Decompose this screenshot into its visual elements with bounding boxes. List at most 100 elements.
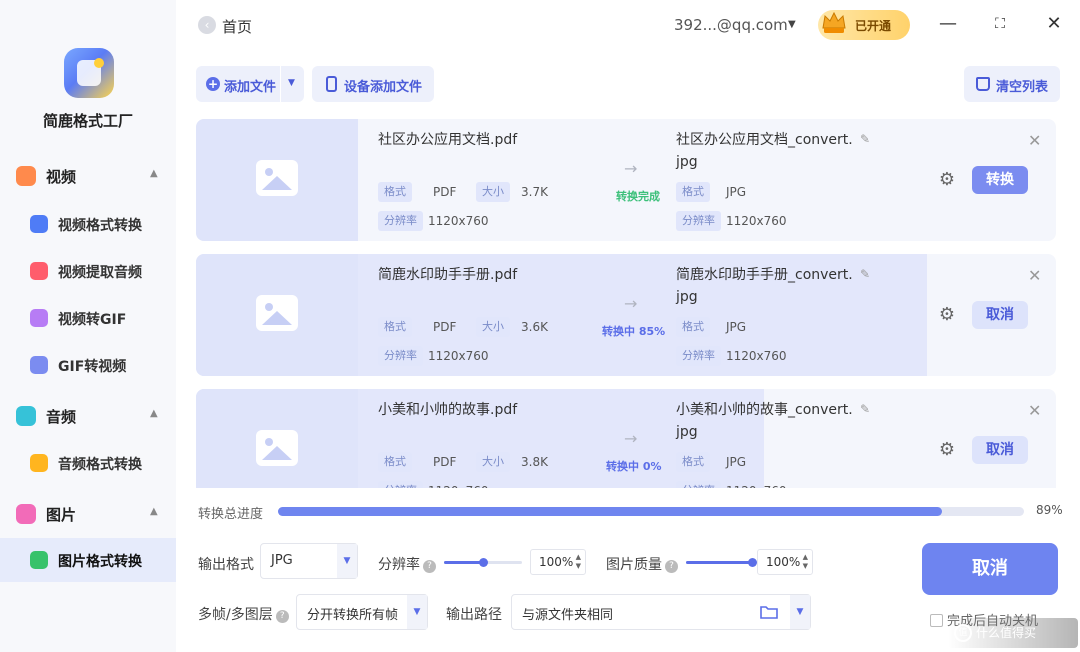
image-convert-icon — [30, 551, 48, 569]
sidebar-item-extract-audio[interactable]: 视频提取音频 — [0, 249, 176, 293]
resolution-slider-fill — [444, 561, 483, 564]
sidebar-group-label: 视频 — [46, 168, 77, 186]
format-tag: 格式 — [676, 317, 710, 337]
output-file-name: 社区办公应用文档_convert.jpg — [676, 132, 853, 170]
image-placeholder-icon — [256, 430, 298, 466]
quality-stepper[interactable]: 100% ▲ ▼ — [757, 549, 813, 575]
format-tag: 格式 — [378, 182, 412, 202]
stepper-arrows-icon[interactable]: ▲ ▼ — [803, 553, 808, 571]
remove-file-icon[interactable]: ✕ — [1028, 131, 1041, 150]
total-progress-fill — [278, 507, 942, 516]
gear-icon[interactable]: ⚙ — [936, 304, 958, 326]
convert-button[interactable]: 转换 — [972, 166, 1028, 194]
sidebar-group-audio[interactable]: 音频 ▲ — [0, 398, 176, 434]
quality-value: 100% — [766, 555, 801, 569]
resolution-tag: 分辨率 — [378, 211, 423, 231]
sidebar-group-label: 图片 — [46, 506, 77, 524]
edit-icon[interactable]: ✎ — [860, 403, 872, 415]
app-logo — [64, 48, 114, 98]
chevron-down-icon[interactable]: ▼ — [288, 78, 295, 88]
output-resolution: 1120x760 — [726, 214, 787, 228]
multiframe-select[interactable]: 分开转换所有帧 ▼ — [296, 594, 428, 630]
file-size: 3.7K — [521, 185, 548, 199]
checkbox[interactable] — [930, 614, 943, 627]
maximize-icon[interactable]: ⛶ — [990, 14, 1010, 34]
stepper-arrows-icon[interactable]: ▲ ▼ — [576, 553, 581, 571]
image-placeholder-icon — [256, 295, 298, 331]
size-tag: 大小 — [476, 317, 510, 337]
cancel-file-button[interactable]: 取消 — [972, 436, 1028, 464]
resolution-slider[interactable] — [444, 558, 522, 567]
gear-icon[interactable]: ⚙ — [936, 439, 958, 461]
edit-icon[interactable]: ✎ — [860, 133, 872, 145]
back-icon[interactable]: ‹ — [198, 16, 216, 34]
total-progress-percent: 89% — [1036, 503, 1063, 517]
remove-file-icon[interactable]: ✕ — [1028, 266, 1041, 285]
watermark-text: 什么值得买 — [976, 626, 1037, 640]
device-add-button[interactable]: 设备添加文件 — [312, 66, 434, 102]
output-resolution: 1120x760 — [726, 349, 787, 363]
format-tag: 格式 — [378, 452, 412, 472]
folder-icon[interactable] — [760, 604, 778, 620]
help-icon[interactable]: ? — [275, 610, 289, 623]
sidebar-group-image[interactable]: 图片 ▲ — [0, 496, 176, 532]
minimize-icon[interactable]: — — [938, 14, 958, 34]
output-format-value: JPG — [271, 553, 293, 568]
conversion-status: 转换完成 — [616, 190, 660, 203]
watermark: 值 什么值得买 — [948, 618, 1078, 648]
chevron-up-icon: ▲ — [150, 168, 158, 179]
resolution-tag: 分辨率 — [378, 346, 423, 366]
sidebar-item-gif-video[interactable]: GIF转视频 — [0, 343, 176, 387]
file-size: 3.6K — [521, 320, 548, 334]
sidebar-item-video-convert[interactable]: 视频格式转换 — [0, 202, 176, 246]
output-format-select[interactable]: JPG ▼ — [260, 543, 358, 579]
sidebar-item-audio-convert[interactable]: 音频格式转换 — [0, 441, 176, 485]
file-card: 小美和小帅的故事.pdf 格式 PDF 大小 3.8K 分辨率 1120x760… — [196, 389, 1056, 488]
chevron-up-icon: ▲ — [150, 408, 158, 419]
resolution-stepper[interactable]: 100% ▲ ▼ — [530, 549, 586, 575]
gear-icon[interactable]: ⚙ — [936, 169, 958, 191]
file-list: 社区办公应用文档.pdf 格式 PDF 大小 3.7K 分辨率 1120x760… — [196, 119, 1058, 488]
sidebar-item-label: 音频格式转换 — [58, 457, 142, 473]
help-icon[interactable]: ? — [665, 560, 678, 573]
cancel-all-button[interactable]: 取消 — [922, 543, 1058, 595]
file-size: 3.8K — [521, 455, 548, 469]
account-email[interactable]: 392...@qq.com — [674, 16, 788, 34]
resolution-tag: 分辨率 — [676, 346, 721, 366]
sidebar-item-video-gif[interactable]: 视频转GIF — [0, 296, 176, 340]
video-convert-icon — [30, 215, 48, 233]
resolution-label: 分辨率? — [378, 554, 436, 574]
sidebar-item-label: 视频格式转换 — [58, 218, 142, 234]
remove-file-icon[interactable]: ✕ — [1028, 401, 1041, 420]
output-path-select[interactable]: 与源文件夹相同 ▼ — [511, 594, 811, 630]
file-format: PDF — [433, 455, 457, 469]
slider-handle[interactable] — [479, 558, 488, 567]
slider-handle[interactable] — [748, 558, 757, 567]
close-icon[interactable]: ✕ — [1044, 14, 1064, 34]
cancel-file-button[interactable]: 取消 — [972, 301, 1028, 329]
help-icon[interactable]: ? — [423, 560, 436, 573]
chevron-down-icon: ▼ — [337, 544, 357, 578]
add-file-button[interactable]: + 添加文件 ▼ — [196, 66, 304, 102]
resolution-tag: 分辨率 — [676, 481, 721, 488]
sidebar-item-label: 视频提取音频 — [58, 265, 142, 281]
edit-icon[interactable]: ✎ — [860, 268, 872, 280]
app-name: 简鹿格式工厂 — [42, 112, 133, 130]
chevron-down-icon[interactable]: ▼ — [788, 19, 796, 30]
vip-badge[interactable]: 已开通 — [818, 10, 910, 40]
output-file-name: 简鹿水印助手手册_convert.jpg — [676, 267, 853, 305]
clear-list-label: 清空列表 — [996, 80, 1049, 95]
chevron-up-icon: ▲ — [150, 506, 158, 517]
total-progress-label: 转换总进度 — [198, 507, 264, 522]
home-link[interactable]: 首页 — [222, 16, 252, 37]
vip-label: 已开通 — [855, 19, 892, 33]
sidebar-item-label: 图片格式转换 — [58, 554, 142, 570]
resolution-tag: 分辨率 — [378, 481, 423, 488]
clear-list-button[interactable]: 清空列表 — [964, 66, 1060, 102]
file-thumbnail — [196, 254, 358, 376]
sidebar-item-image-convert[interactable]: 图片格式转换 — [0, 538, 176, 582]
sidebar-group-video[interactable]: 视频 ▲ — [0, 158, 176, 194]
quality-slider[interactable] — [686, 558, 757, 567]
file-thumbnail — [196, 389, 358, 488]
multiframe-value: 分开转换所有帧 — [307, 608, 399, 623]
